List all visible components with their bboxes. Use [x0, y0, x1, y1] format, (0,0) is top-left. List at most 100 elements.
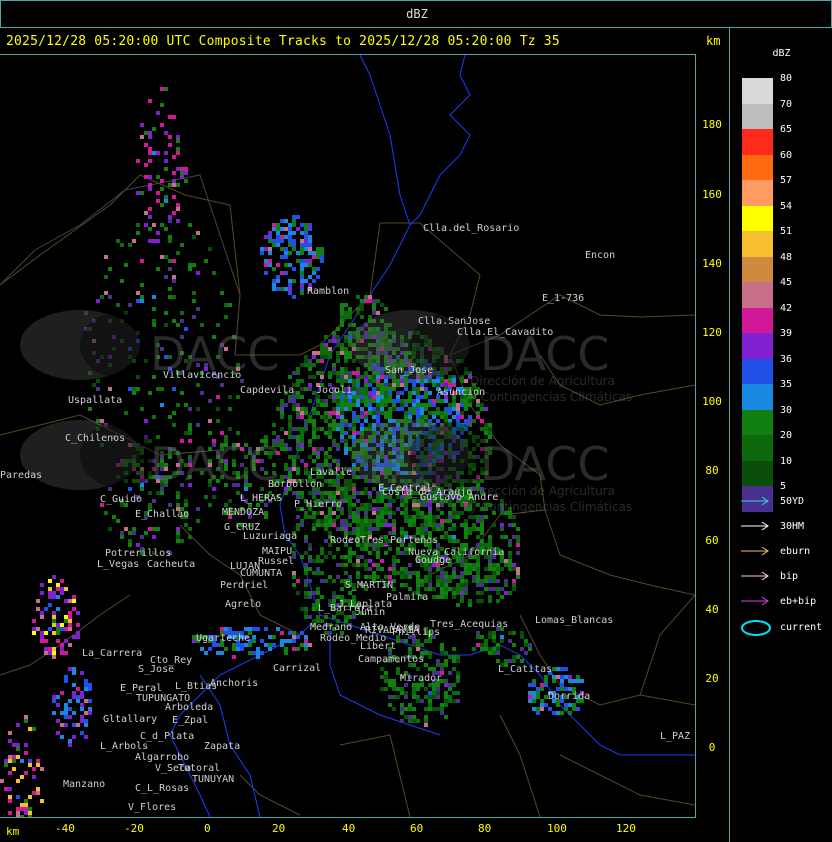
echo-cell — [248, 651, 252, 655]
echo-cell — [492, 635, 496, 639]
echo-cell — [308, 443, 312, 447]
echo-cell — [384, 415, 388, 419]
echo-cell — [64, 707, 68, 711]
echo-cell — [412, 507, 416, 511]
echo-cell — [508, 515, 512, 519]
echo-cell — [372, 311, 376, 315]
legend-bin-label: 10 — [780, 455, 793, 467]
echo-cell — [316, 451, 320, 455]
echo-cell — [372, 303, 376, 307]
echo-cell — [280, 287, 284, 291]
echo-cell — [332, 407, 336, 411]
echo-cell — [312, 255, 316, 259]
echo-cell — [512, 659, 516, 663]
echo-cell — [512, 583, 516, 587]
echo-cell — [48, 647, 52, 651]
x-tick-label: 80 — [478, 822, 492, 835]
echo-cell — [392, 511, 396, 515]
place-label: Palmira — [386, 592, 428, 603]
echo-cell — [336, 563, 340, 567]
echo-cell — [56, 583, 60, 587]
echo-cell — [292, 219, 296, 223]
echo-cell — [348, 495, 352, 499]
echo-cell — [432, 695, 436, 699]
legend-track-row: 30HM — [740, 521, 804, 532]
echo-cell — [292, 583, 296, 587]
echo-cell — [400, 707, 404, 711]
echo-cell — [316, 267, 320, 271]
window-title: dBZ — [406, 7, 428, 21]
echo-cell — [508, 523, 512, 527]
echo-cell — [404, 519, 408, 523]
echo-cell — [272, 243, 276, 247]
echo-cell — [356, 559, 360, 563]
echo-cell — [380, 411, 384, 415]
echo-cell — [380, 387, 384, 391]
echo-cell — [280, 399, 284, 403]
echo-cell — [284, 227, 288, 231]
echo-cell — [288, 435, 292, 439]
radar-map[interactable]: DACC DACC DACC DACC Dirección de Agricultura… — [0, 54, 696, 818]
echo-cell — [268, 247, 272, 251]
echo-cell — [448, 575, 452, 579]
echo-cell — [480, 539, 484, 543]
echo-cell — [360, 555, 364, 559]
echo-cell — [336, 479, 340, 483]
echo-cell — [144, 211, 148, 215]
echo-cell — [196, 231, 200, 235]
echo-cell — [412, 407, 416, 411]
echo-cell — [288, 471, 292, 475]
echo-cell — [156, 267, 160, 271]
echo-cell — [296, 467, 300, 471]
echo-cell — [388, 575, 392, 579]
echo-cell — [168, 219, 172, 223]
echo-cell — [368, 495, 372, 499]
echo-cell — [196, 407, 200, 411]
echo-cell — [388, 391, 392, 395]
y-tick-label: 100 — [702, 395, 722, 408]
echo-cell — [344, 315, 348, 319]
echo-cell — [376, 391, 380, 395]
echo-cell — [64, 675, 68, 679]
echo-cell — [292, 631, 296, 635]
echo-cell — [168, 267, 172, 271]
echo-cell — [180, 243, 184, 247]
echo-cell — [292, 571, 296, 575]
echo-cell — [436, 583, 440, 587]
echo-cell — [264, 271, 268, 275]
echo-cell — [196, 507, 200, 511]
echo-cell — [336, 443, 340, 447]
echo-cell — [304, 279, 308, 283]
echo-cell — [300, 435, 304, 439]
echo-cell — [176, 151, 180, 155]
echo-cell — [12, 759, 16, 763]
dacc-logo-icon — [80, 422, 160, 488]
place-label: Clla.El_Cavadito — [457, 327, 553, 338]
echo-cell — [276, 227, 280, 231]
echo-cell — [372, 399, 376, 403]
echo-cell — [292, 407, 296, 411]
echo-cell — [300, 239, 304, 243]
echo-cell — [472, 527, 476, 531]
place-label: Gustavo_Andre — [420, 492, 498, 503]
echo-cell — [136, 231, 140, 235]
echo-cell — [380, 511, 384, 515]
echo-cell — [180, 539, 184, 543]
echo-cell — [480, 635, 484, 639]
echo-cell — [412, 503, 416, 507]
echo-cell — [160, 123, 164, 127]
place-label: Perdriel — [220, 580, 268, 591]
echo-cell — [316, 411, 320, 415]
echo-cell — [424, 575, 428, 579]
echo-cell — [480, 583, 484, 587]
echo-cell — [532, 691, 536, 695]
echo-cell — [452, 523, 456, 527]
echo-cell — [272, 287, 276, 291]
echo-cell — [512, 523, 516, 527]
echo-cell — [384, 687, 388, 691]
echo-cell — [368, 411, 372, 415]
echo-cell — [364, 527, 368, 531]
echo-cell — [496, 571, 500, 575]
echo-cell — [272, 423, 276, 427]
echo-cell — [488, 535, 492, 539]
